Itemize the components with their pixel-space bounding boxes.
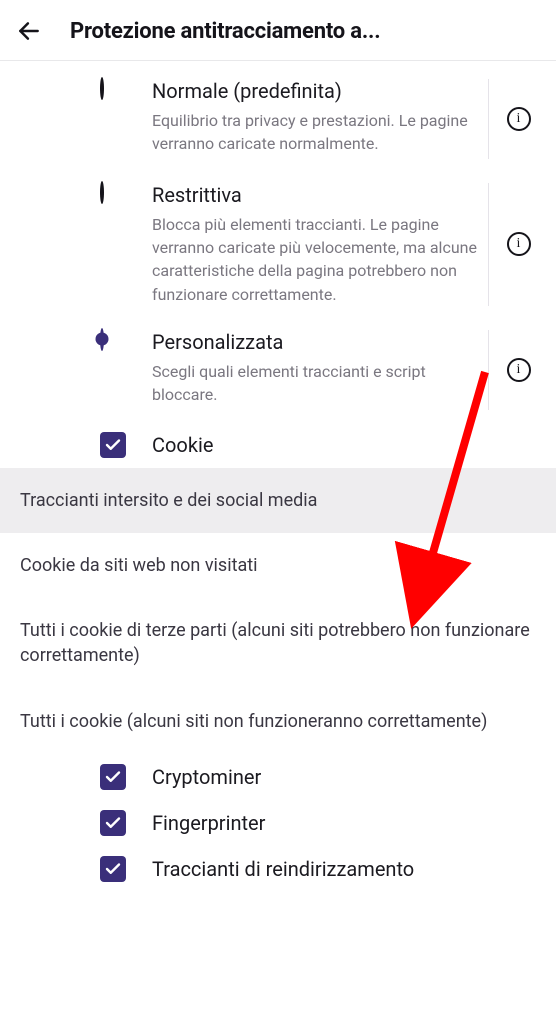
- info-icon[interactable]: i: [507, 358, 531, 382]
- header: Protezione antitracciamento a...: [0, 0, 556, 61]
- cookie-option-unvisited[interactable]: Cookie da siti web non visitati: [0, 533, 556, 598]
- cookie-option-thirdparty[interactable]: Tutti i cookie di terze parti (alcuni si…: [0, 598, 556, 688]
- info-icon[interactable]: i: [507, 107, 531, 131]
- back-icon[interactable]: [16, 18, 42, 44]
- checkbox-cryptominer[interactable]: [100, 764, 126, 790]
- option-desc: Scegli quali elementi traccianti e scrip…: [152, 360, 488, 406]
- option-title: Normale (predefinita): [152, 79, 488, 103]
- protection-option-custom[interactable]: Personalizzata Scegli quali elementi tra…: [0, 318, 556, 422]
- check-row-fingerprinter[interactable]: Fingerprinter: [0, 800, 556, 846]
- checkbox-cookie[interactable]: [100, 432, 126, 458]
- check-label: Fingerprinter: [152, 811, 540, 835]
- page-title: Protezione antitracciamento a...: [70, 19, 380, 44]
- check-label: Cryptominer: [152, 765, 540, 789]
- radio-strict[interactable]: [100, 181, 104, 204]
- cookie-option-crosssite[interactable]: Traccianti intersito e dei social media: [0, 468, 556, 533]
- check-label: Traccianti di reindirizzamento: [152, 857, 540, 881]
- cookie-options-menu: Traccianti intersito e dei social media …: [0, 468, 556, 754]
- radio-custom[interactable]: [100, 328, 104, 351]
- protection-option-strict[interactable]: Restrittiva Blocca più elementi traccian…: [0, 171, 556, 318]
- checkbox-redirect-trackers[interactable]: [100, 856, 126, 882]
- option-title: Personalizzata: [152, 330, 488, 354]
- check-row-cryptominer[interactable]: Cryptominer: [0, 754, 556, 800]
- info-icon[interactable]: i: [507, 232, 531, 256]
- check-label: Cookie: [152, 433, 540, 457]
- option-desc: Equilibrio tra privacy e prestazioni. Le…: [152, 109, 488, 155]
- cookie-option-all[interactable]: Tutti i cookie (alcuni siti non funzione…: [0, 689, 556, 754]
- radio-normal[interactable]: [100, 77, 104, 100]
- option-desc: Blocca più elementi traccianti. Le pagin…: [152, 213, 488, 306]
- protection-option-normal[interactable]: Normale (predefinita) Equilibrio tra pri…: [0, 67, 556, 171]
- option-title: Restrittiva: [152, 183, 488, 207]
- checkbox-fingerprinter[interactable]: [100, 810, 126, 836]
- check-row-redirect-trackers[interactable]: Traccianti di reindirizzamento: [0, 846, 556, 892]
- check-row-cookie[interactable]: Cookie: [0, 422, 556, 468]
